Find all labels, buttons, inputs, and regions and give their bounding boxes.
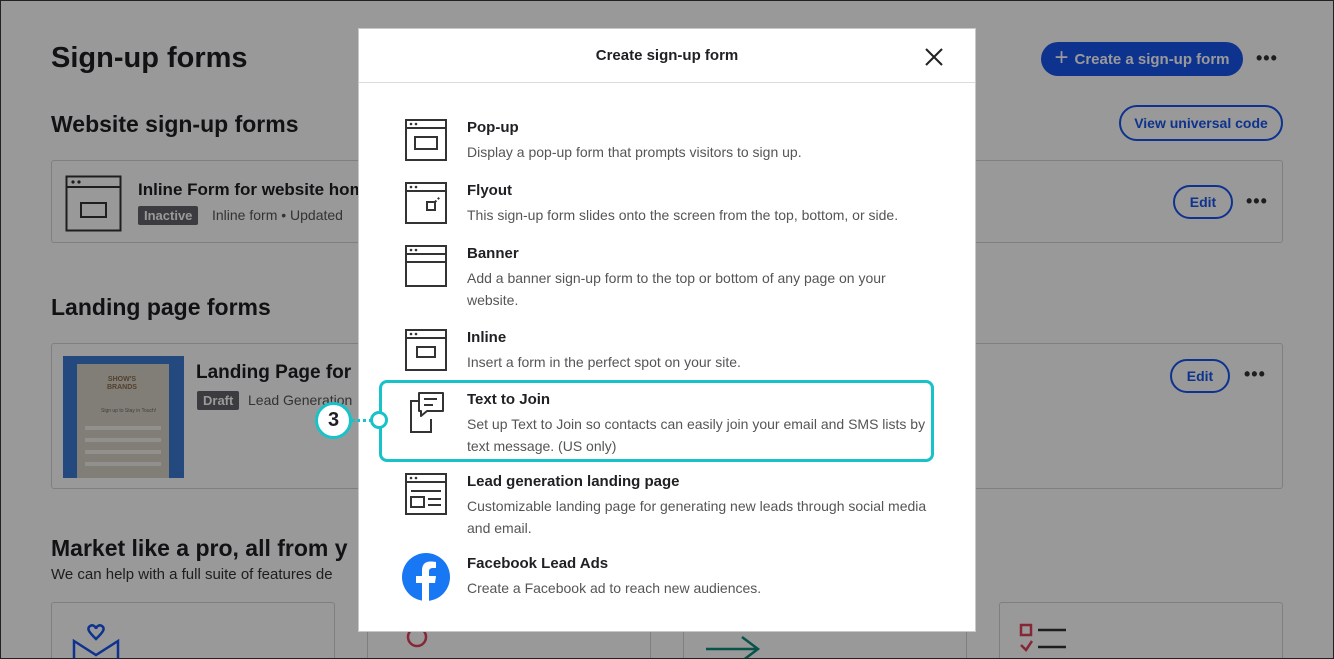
option-title: Facebook Lead Ads [467, 555, 609, 572]
option-description: This sign-up form slides onto the screen… [467, 207, 899, 223]
option-popup[interactable]: Pop-up Display a pop-up form that prompt… [405, 119, 935, 163]
option-banner[interactable]: Banner Add a banner sign-up form to the … [405, 245, 935, 311]
option-flyout[interactable]: Flyout This sign-up form slides onto the… [405, 182, 935, 226]
option-facebook-lead-ads[interactable]: Facebook Lead Ads Create a Facebook ad t… [402, 553, 935, 605]
dialog-header: Create sign-up form [359, 29, 975, 83]
option-description: Insert a form in the perfect spot on you… [467, 354, 741, 370]
callout-connector [352, 419, 372, 422]
option-title: Flyout [467, 182, 512, 199]
option-inline[interactable]: Inline Insert a form in the perfect spot… [405, 329, 935, 373]
callout-ring [370, 411, 388, 429]
option-title: Inline [467, 329, 507, 346]
option-title: Lead generation landing page [467, 473, 680, 490]
inline-icon [405, 329, 447, 371]
step-callout: 3 [315, 402, 352, 439]
option-description: Add a banner sign-up form to the top or … [467, 270, 886, 308]
text-to-join-highlight [379, 380, 934, 462]
option-description: Display a pop-up form that prompts visit… [467, 144, 802, 160]
banner-icon [405, 245, 447, 287]
option-title: Banner [467, 245, 519, 262]
dialog-title: Create sign-up form [595, 47, 739, 64]
option-description: Create a Facebook ad to reach new audien… [467, 580, 762, 596]
option-title: Pop-up [467, 119, 519, 136]
flyout-icon [405, 182, 447, 224]
option-lead-generation-landing-page[interactable]: Lead generation landing page Customizabl… [405, 473, 935, 539]
landing-page-icon [405, 473, 447, 515]
close-icon[interactable] [922, 45, 946, 69]
popup-icon [405, 119, 447, 161]
option-description: Customizable landing page for generating… [467, 498, 927, 536]
create-signup-form-dialog: Create sign-up form Pop-up Display a pop… [358, 28, 976, 632]
facebook-icon [402, 553, 450, 601]
